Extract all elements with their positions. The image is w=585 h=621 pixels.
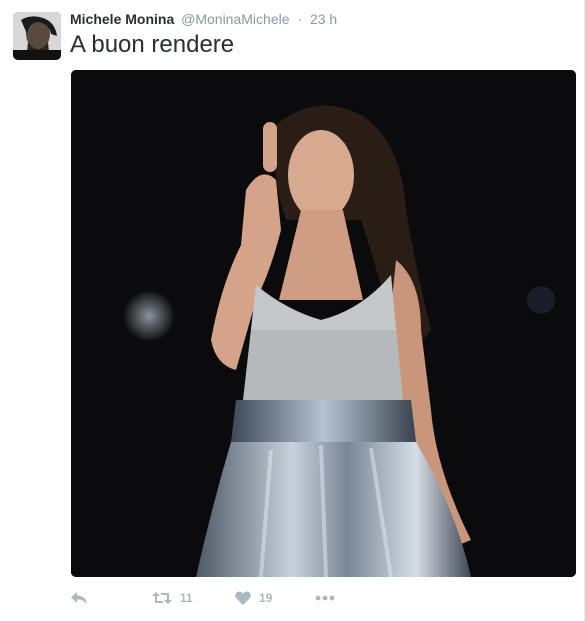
avatar[interactable] bbox=[13, 12, 61, 60]
author-handle[interactable]: @MoninaMichele bbox=[181, 11, 289, 27]
more-icon bbox=[315, 595, 335, 601]
more-button[interactable] bbox=[315, 595, 335, 601]
tweet-text: A buon rendere bbox=[70, 31, 235, 58]
photo-illustration bbox=[71, 70, 576, 577]
heart-icon bbox=[235, 591, 251, 605]
header-separator: · bbox=[297, 11, 303, 27]
reply-icon bbox=[70, 591, 88, 605]
avatar-image bbox=[13, 12, 61, 60]
like-button[interactable]: 19 bbox=[235, 591, 315, 605]
retweet-count: 11 bbox=[180, 591, 193, 605]
tweet-photo[interactable] bbox=[71, 70, 576, 577]
reply-button[interactable] bbox=[70, 591, 152, 605]
tweet-actions: 11 19 bbox=[70, 588, 550, 608]
retweet-button[interactable]: 11 bbox=[152, 591, 235, 605]
author-name[interactable]: Michele Monina bbox=[70, 11, 174, 27]
tweet-header: Michele Monina @MoninaMichele · 23 h bbox=[70, 11, 337, 27]
tweet[interactable]: Michele Monina @MoninaMichele · 23 h A b… bbox=[0, 0, 585, 621]
like-count: 19 bbox=[259, 591, 273, 605]
retweet-icon bbox=[152, 591, 172, 605]
tweet-timestamp[interactable]: 23 h bbox=[310, 11, 337, 27]
